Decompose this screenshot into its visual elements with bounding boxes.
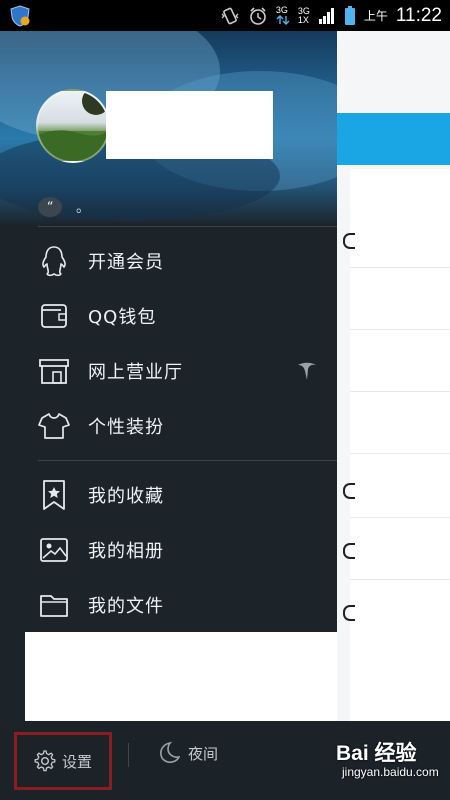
menu-item-label: 我的收藏: [88, 486, 164, 507]
menu-item-label: 网上营业厅: [88, 362, 183, 383]
menu-item-online-service-hall[interactable]: 网上营业厅: [38, 347, 337, 395]
menu-item-favorites[interactable]: 我的收藏: [38, 471, 337, 519]
clock-ampm: 上午: [363, 9, 388, 23]
clock-time: 11:22: [395, 4, 442, 26]
list-divider: [350, 391, 450, 392]
menu-item-qq-wallet[interactable]: QQ钱包: [38, 292, 337, 340]
network-indicator-1: 3G: [276, 6, 290, 25]
side-drawer: “ 。 开通会员 QQ钱包 网上营业厅 个性装扮 我的收藏 我的相册 我的文件: [0, 31, 337, 721]
menu-item-personalize[interactable]: 个性装扮: [38, 402, 337, 450]
menu-item-label: 我的文件: [88, 596, 164, 617]
night-mode-button[interactable]: 夜间: [158, 741, 218, 765]
settings-label: 设置: [61, 752, 92, 771]
watermark-url-text: jingyan.baidu.com: [342, 765, 439, 779]
status-bar: 3G 3G 1X 上午 11:22: [0, 0, 450, 31]
gear-icon: [34, 750, 56, 772]
redacted-area: [25, 632, 337, 721]
list-item-avatar-edge: [343, 543, 355, 559]
settings-button[interactable]: 设置: [14, 732, 112, 790]
battery-icon: [344, 5, 355, 25]
menu-item-label: QQ钱包: [88, 307, 157, 328]
list-item-avatar-edge: [343, 605, 355, 621]
qq-penguin-icon: [38, 245, 70, 277]
network-label-1: 3G: [275, 5, 288, 15]
security-shield-icon: [10, 5, 30, 27]
photo-album-icon: [38, 534, 70, 566]
quote-icon: “: [38, 197, 62, 217]
wallet-icon: [38, 300, 70, 332]
network-sub-label-2: 1X: [297, 14, 309, 25]
night-mode-label: 夜间: [188, 744, 219, 763]
signal-strength-icon: [318, 7, 334, 24]
conversation-list[interactable]: [350, 169, 450, 749]
nickname-redacted[interactable]: [106, 91, 273, 159]
avatar-image: [38, 91, 108, 161]
store-icon: [38, 355, 70, 387]
avatar[interactable]: [36, 89, 110, 163]
tshirt-icon: [38, 410, 70, 442]
menu-item-label: 开通会员: [88, 252, 164, 273]
list-divider: [350, 579, 450, 580]
list-item-avatar-edge: [343, 233, 355, 249]
china-telecom-logo-icon: [298, 362, 316, 380]
menu-item-vip[interactable]: 开通会员: [38, 237, 337, 285]
vibrate-icon: [221, 7, 239, 24]
list-divider: [350, 267, 450, 268]
baidu-jingyan-watermark: Bai 经验 jingyan.baidu.com: [336, 735, 450, 785]
alarm-icon: [250, 6, 266, 25]
menu-item-label: 个性装扮: [88, 417, 164, 438]
signal-arrows-icon: [276, 15, 290, 25]
main-content-pane[interactable]: [337, 31, 450, 749]
divider: [128, 743, 129, 767]
menu-item-label: 我的相册: [88, 541, 164, 562]
bookmark-star-icon: [38, 479, 70, 511]
drawer-bottom-bar: 设置 夜间 Bai 经验 jingyan.baidu.com: [0, 721, 450, 800]
signature-text: 。: [76, 200, 94, 216]
signature-row[interactable]: “ 。: [38, 197, 94, 217]
moon-icon: [160, 741, 180, 763]
network-indicator-2: 3G 1X: [297, 6, 310, 25]
list-divider: [350, 329, 450, 330]
divider: [38, 226, 337, 227]
main-header-bar: [337, 113, 450, 165]
watermark-main-text: Bai 经验: [336, 742, 417, 765]
menu-item-album[interactable]: 我的相册: [38, 526, 337, 574]
folder-icon: [38, 589, 70, 621]
list-item-avatar-edge: [343, 483, 355, 499]
menu-item-files[interactable]: 我的文件: [38, 581, 337, 629]
divider: [38, 460, 337, 461]
list-divider: [350, 517, 450, 518]
list-divider: [350, 453, 450, 454]
